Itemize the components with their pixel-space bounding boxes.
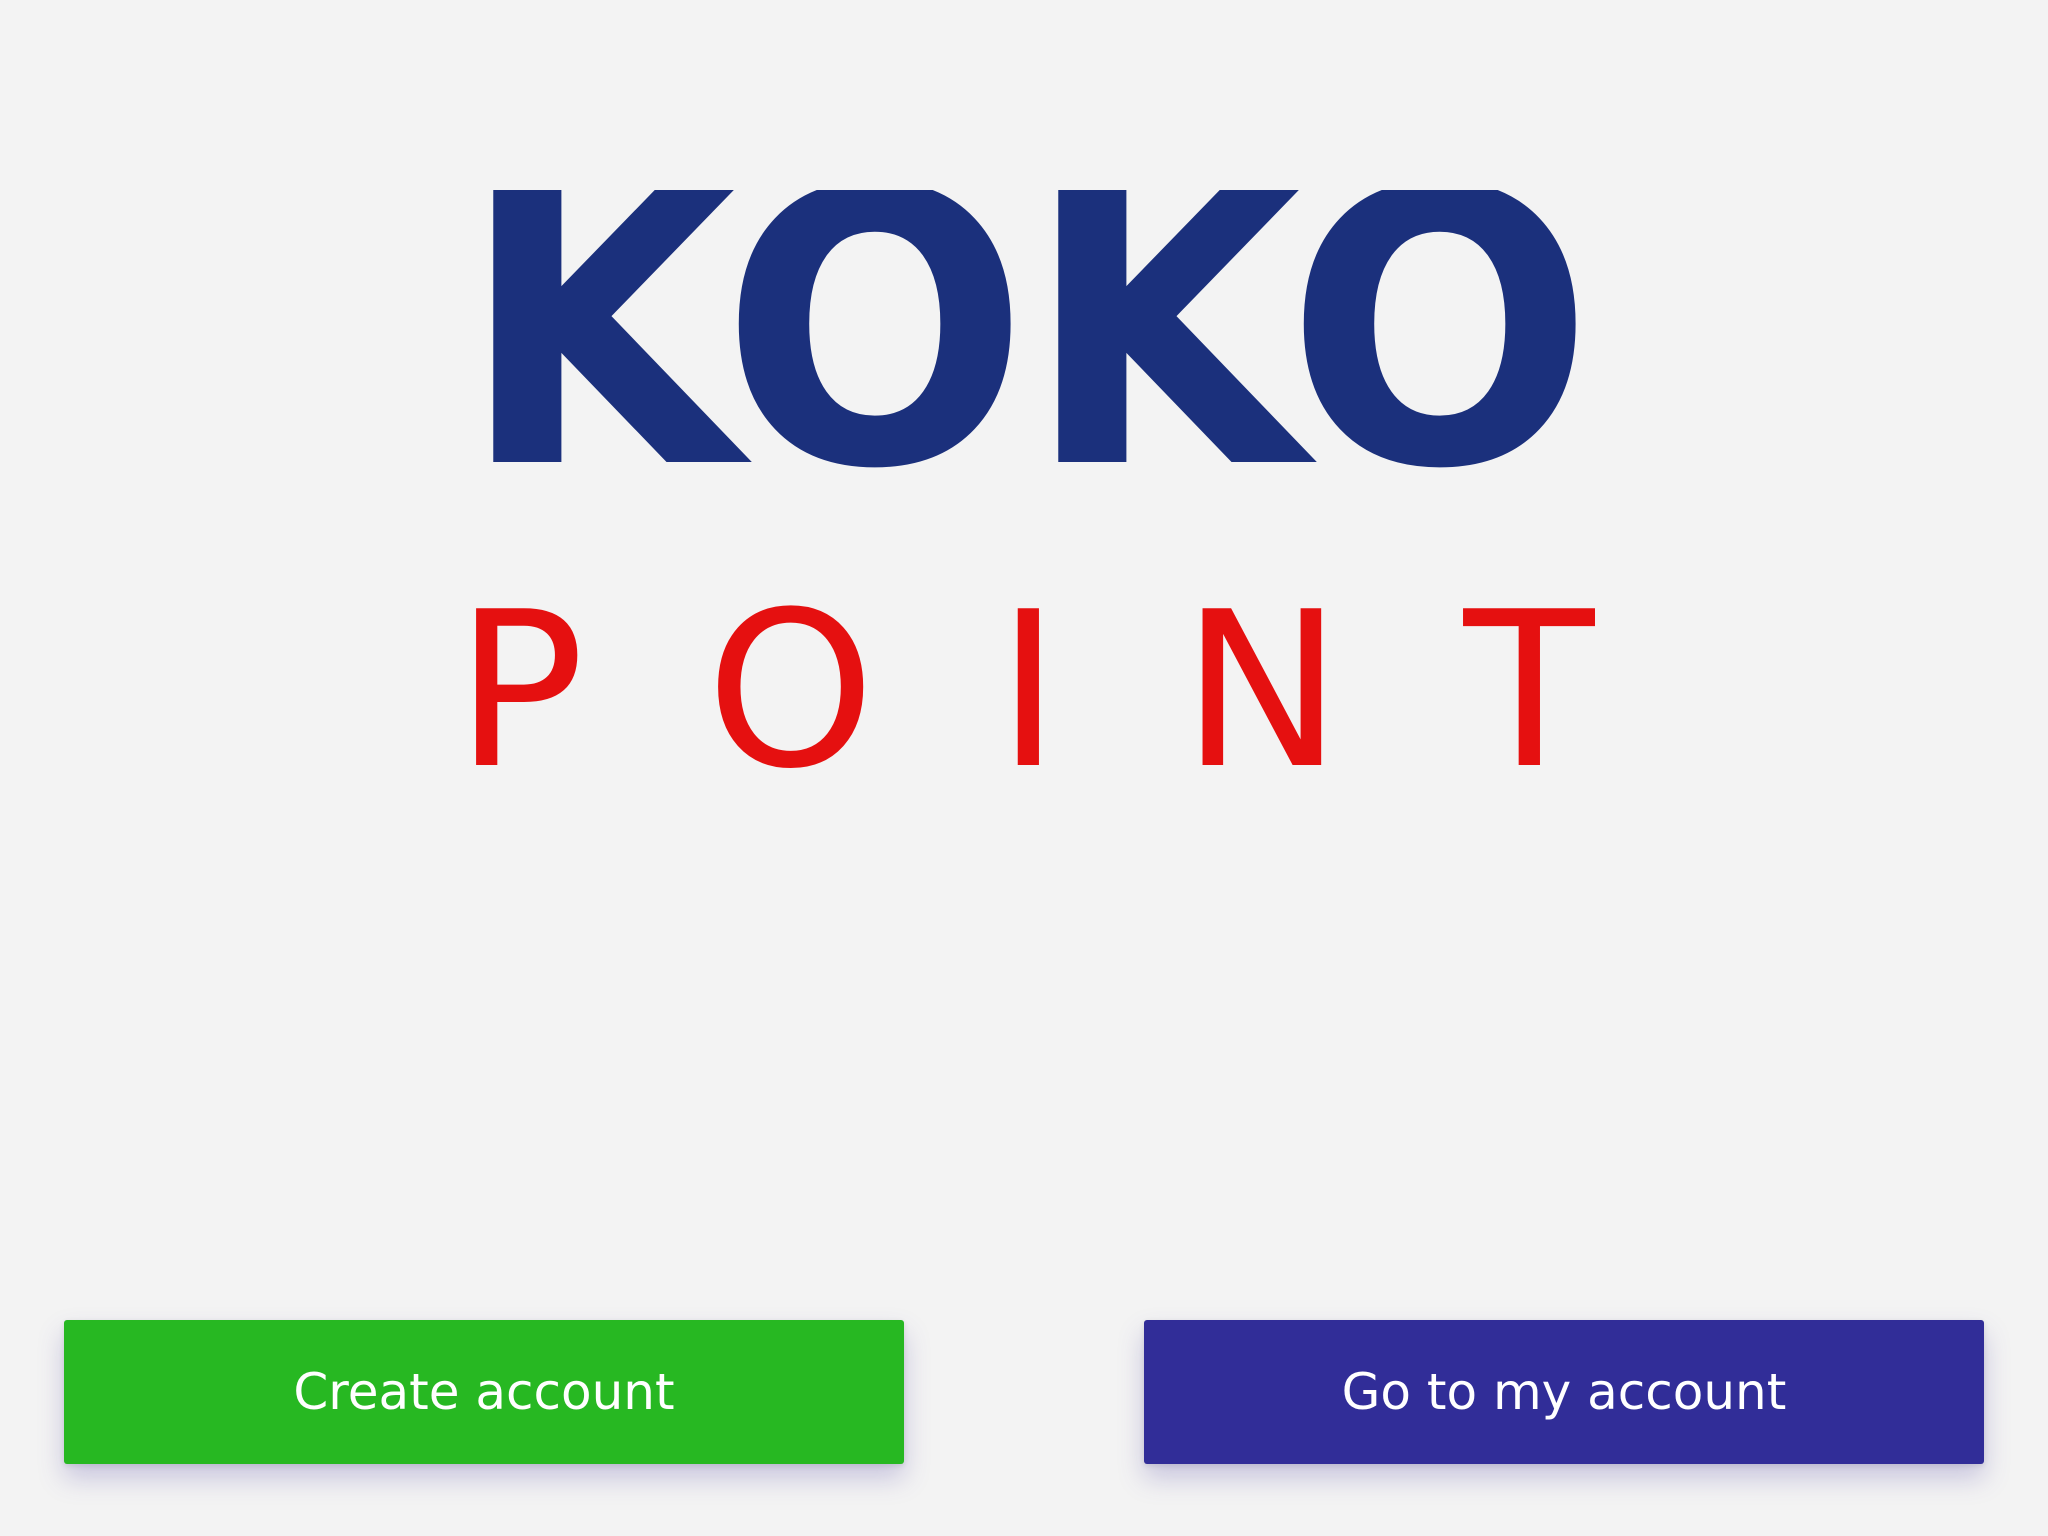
welcome-screen: KOKO POINT Create account Go to my accou… xyxy=(0,0,2048,1536)
create-account-button[interactable]: Create account xyxy=(64,1320,904,1464)
go-to-my-account-button[interactable]: Go to my account xyxy=(1144,1320,1984,1464)
logo-brand-name: KOKO xyxy=(460,190,1590,552)
logo-subtitle: POINT xyxy=(455,565,1595,790)
koko-point-logo: KOKO POINT xyxy=(455,190,1595,790)
logo-graphic: KOKO POINT xyxy=(455,190,1595,790)
